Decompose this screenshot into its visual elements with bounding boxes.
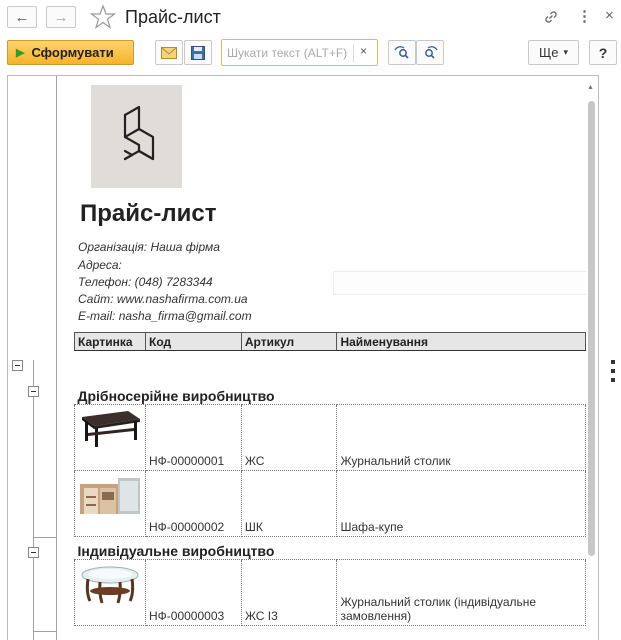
back-button[interactable]: ←: [7, 6, 37, 28]
product-code: НФ-00000001: [145, 403, 242, 471]
product-sku: ЖС І3: [240, 558, 338, 626]
search-box[interactable]: ×: [221, 39, 378, 66]
info-email: E-mail: nasha_firma@gmail.com: [78, 309, 252, 323]
outline-line-group1-end: [33, 537, 56, 538]
arrow-right-icon: →: [53, 8, 69, 26]
product-name: Шафа-купе: [336, 469, 586, 537]
product-image-cell: [74, 403, 146, 471]
info-address: Адреса:: [78, 258, 122, 272]
save-button[interactable]: [184, 40, 212, 65]
more-button[interactable]: Ще ▾: [528, 40, 579, 65]
table-row[interactable]: НФ-00000001 ЖС Журнальний столик: [74, 403, 586, 471]
product-code: НФ-00000002: [145, 469, 242, 537]
group-title: Індивідуальне виробництво: [74, 536, 586, 560]
product-name: Журнальний столик: [336, 403, 586, 471]
close-icon[interactable]: ×: [605, 7, 614, 24]
column-header-code: Код: [145, 332, 242, 351]
report-frame: Прайс-лист Організація: Наша фірма Адрес…: [7, 75, 599, 640]
column-header-image: Картинка: [74, 332, 146, 351]
group-row: Дрібносерійне виробництво: [74, 381, 586, 405]
column-header-name: Найменування: [336, 332, 586, 351]
title-bar: ← → Прайс-лист ⋮ ×: [0, 0, 621, 36]
product-name: Журнальний столик (індивідуальне замовле…: [336, 558, 586, 626]
help-button[interactable]: ?: [589, 40, 617, 65]
outline-line-group1: [33, 394, 34, 537]
favorite-star-icon[interactable]: [90, 4, 116, 30]
scrollbar-thumb[interactable]: [588, 101, 595, 556]
scroll-up-icon[interactable]: ▲: [587, 84, 594, 91]
more-menu-icon[interactable]: ⋮: [577, 7, 592, 25]
product-sku: ЖС: [240, 403, 338, 471]
command-bar: ▶ Сформувати × Ще ▾ ?: [0, 36, 621, 70]
link-icon[interactable]: [543, 9, 559, 25]
product-code: НФ-00000003: [145, 558, 242, 626]
outline-line-outer-end: [33, 631, 56, 632]
company-logo: [91, 85, 182, 188]
coffee-table-image: [82, 410, 140, 447]
product-image-cell: [74, 558, 146, 626]
find-previous-button[interactable]: [416, 40, 444, 65]
chevron-down-icon: ▾: [563, 47, 568, 57]
collapse-all-toggle[interactable]: [12, 360, 23, 371]
collapse-group-1-toggle[interactable]: [28, 386, 39, 397]
search-input[interactable]: [227, 44, 352, 61]
column-header-sku: Артикул: [240, 332, 338, 351]
arrow-left-icon: ←: [14, 8, 30, 26]
group-row: Індивідуальне виробництво: [74, 536, 586, 560]
product-sku: ШК: [240, 469, 338, 537]
search-separator: [353, 44, 354, 62]
table-row[interactable]: НФ-00000002 ШК Шафа-купе: [74, 469, 586, 537]
generate-button[interactable]: ▶ Сформувати: [7, 40, 134, 65]
info-blank-box: [333, 271, 587, 295]
collapse-group-2-toggle[interactable]: [28, 547, 39, 558]
envelope-icon: [161, 46, 177, 59]
info-website: Сайт: www.nashafirma.com.ua: [78, 292, 248, 306]
table-spacer-row: [75, 351, 586, 382]
info-organization: Організація: Наша фірма: [78, 240, 220, 254]
generate-label: Сформувати: [31, 45, 114, 60]
window-title: Прайс-лист: [125, 7, 221, 27]
info-phone: Телефон: (048) 7283344: [78, 275, 213, 289]
wardrobe-image: [80, 477, 140, 514]
group-title: Дрібносерійне виробництво: [74, 381, 586, 405]
glass-table-image: [81, 566, 139, 603]
table-row[interactable]: НФ-00000003 ЖС І3 Журнальний столик (інд…: [74, 558, 586, 626]
splitter-handle-icon[interactable]: [611, 360, 615, 387]
price-table: Картинка Код Артикул Найменування Дрібно…: [74, 332, 586, 626]
more-label: Ще: [539, 45, 559, 60]
send-email-button[interactable]: [155, 40, 183, 65]
floppy-disk-icon: [191, 45, 205, 60]
report-title: Прайс-лист: [80, 200, 217, 227]
product-image-cell: [74, 469, 146, 537]
forward-button[interactable]: →: [46, 6, 76, 28]
table-header-row: Картинка Код Артикул Найменування: [74, 332, 586, 351]
find-next-icon: [394, 45, 409, 59]
play-icon: ▶: [16, 47, 25, 59]
find-previous-icon: [425, 45, 438, 59]
clear-search-icon[interactable]: ×: [360, 44, 367, 58]
find-next-button[interactable]: [388, 40, 416, 65]
gutter-divider: [56, 76, 57, 640]
chair-logo-icon: [123, 105, 155, 161]
